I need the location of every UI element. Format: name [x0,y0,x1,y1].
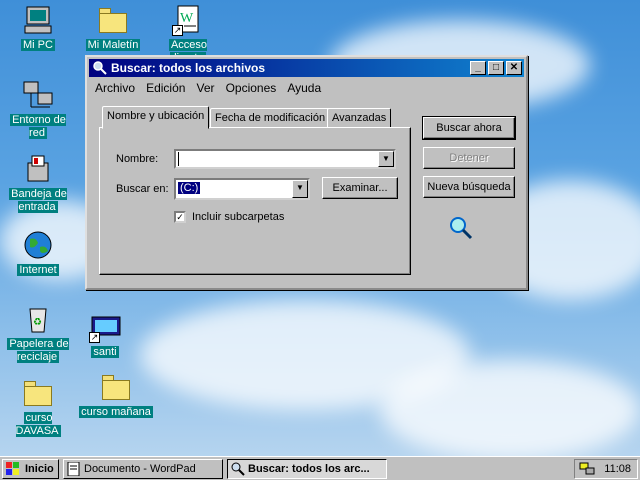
system-tray: 11:08 [574,459,638,479]
window-title: Buscar: todos los archivos [111,61,266,75]
folder-icon [22,377,54,409]
search-now-button[interactable]: Buscar ahora [422,116,516,140]
clock[interactable]: 11:08 [604,463,631,475]
tab-fecha-modificacion[interactable]: Fecha de modificación [210,108,331,128]
desktop-icon-label: curso mañana [79,406,153,418]
start-button[interactable]: Inicio [2,459,59,479]
taskbar: Inicio Documento - WordPad Buscar: todos… [0,456,640,480]
network-icon [22,79,54,111]
title-bar[interactable]: Buscar: todos los archivos _ □ ✕ [89,59,524,77]
menu-archivo[interactable]: Archivo [91,79,139,97]
close-button[interactable]: ✕ [506,61,522,75]
desktop-icon-label: Internet [17,264,59,276]
network-tray-icon[interactable] [579,462,595,476]
stop-button[interactable]: Detener [423,147,515,169]
desktop-icon-label: Entorno de red [10,114,66,139]
browse-button[interactable]: Examinar... [322,177,398,199]
desktop[interactable]: Mi PC Mi Maletín W ↗ Acceso directo Ento… [0,0,640,456]
tab-nombre-ubicacion[interactable]: Nombre y ubicación [102,106,210,129]
desktop-icon-label: santi [91,346,119,358]
desktop-icon-label: curso DAVASA [15,412,61,437]
minimize-button[interactable]: _ [470,61,486,75]
tab-panel: Nombre: ▼ Buscar en: (C:) ▼ Examinar... … [99,127,411,275]
svg-text:W: W [180,11,194,26]
taskbar-button-label: Documento - WordPad [84,463,196,475]
recycle-bin-icon: ♻ [22,303,54,335]
menu-ver[interactable]: Ver [193,79,219,97]
find-window: Buscar: todos los archivos _ □ ✕ Archivo… [85,55,528,290]
tab-avanzadas[interactable]: Avanzadas [327,108,392,128]
name-combobox[interactable]: ▼ [174,149,396,169]
search-animation-magnifier-icon [447,214,475,242]
svg-text:♻: ♻ [33,317,42,328]
wordpad-icon [67,461,81,477]
taskbar-button-label: Buscar: todos los arc... [248,463,370,475]
search-in-combobox[interactable]: (C:) ▼ [174,178,310,200]
folder-icon [100,371,132,403]
chevron-down-icon[interactable]: ▼ [378,151,394,167]
desktop-icon-label: Mi PC [21,39,55,51]
menu-ayuda[interactable]: Ayuda [283,79,325,97]
desktop-icon-label: Bandeja de entrada [9,188,67,213]
taskbar-button-wordpad[interactable]: Documento - WordPad [63,459,223,479]
magnifier-icon [92,60,108,76]
subfolders-label: Incluir subcarpetas [192,211,285,223]
maximize-button[interactable]: □ [488,61,504,75]
text-caret [178,152,179,166]
desktop-icon-label: Mi Maletín [85,39,141,51]
search-in-value: (C:) [178,182,201,194]
name-label: Nombre: [116,153,159,165]
subfolders-checkbox[interactable]: ✓ [174,211,186,223]
chevron-down-icon[interactable]: ▼ [292,180,308,198]
calculator-shortcut-icon: ↗ [89,311,121,343]
taskbar-button-buscar[interactable]: Buscar: todos los arc... [227,459,387,479]
computer-icon [22,4,54,36]
briefcase-folder-icon [97,4,129,36]
internet-globe-icon [22,229,54,261]
new-search-button[interactable]: Nueva búsqueda [423,176,515,198]
start-label: Inicio [25,463,54,475]
menu-edicion[interactable]: Edición [142,79,189,97]
inbox-icon [22,153,54,185]
wordpad-shortcut-icon: W ↗ [172,4,204,36]
magnifier-icon [231,462,245,476]
menu-opciones[interactable]: Opciones [222,79,281,97]
desktop-icon-label: Papelera de reciclaje [7,338,69,363]
search-in-label: Buscar en: [116,183,169,195]
windows-logo-icon [6,462,20,476]
menu-bar: Archivo Edición Ver Opciones Ayuda [91,79,325,97]
